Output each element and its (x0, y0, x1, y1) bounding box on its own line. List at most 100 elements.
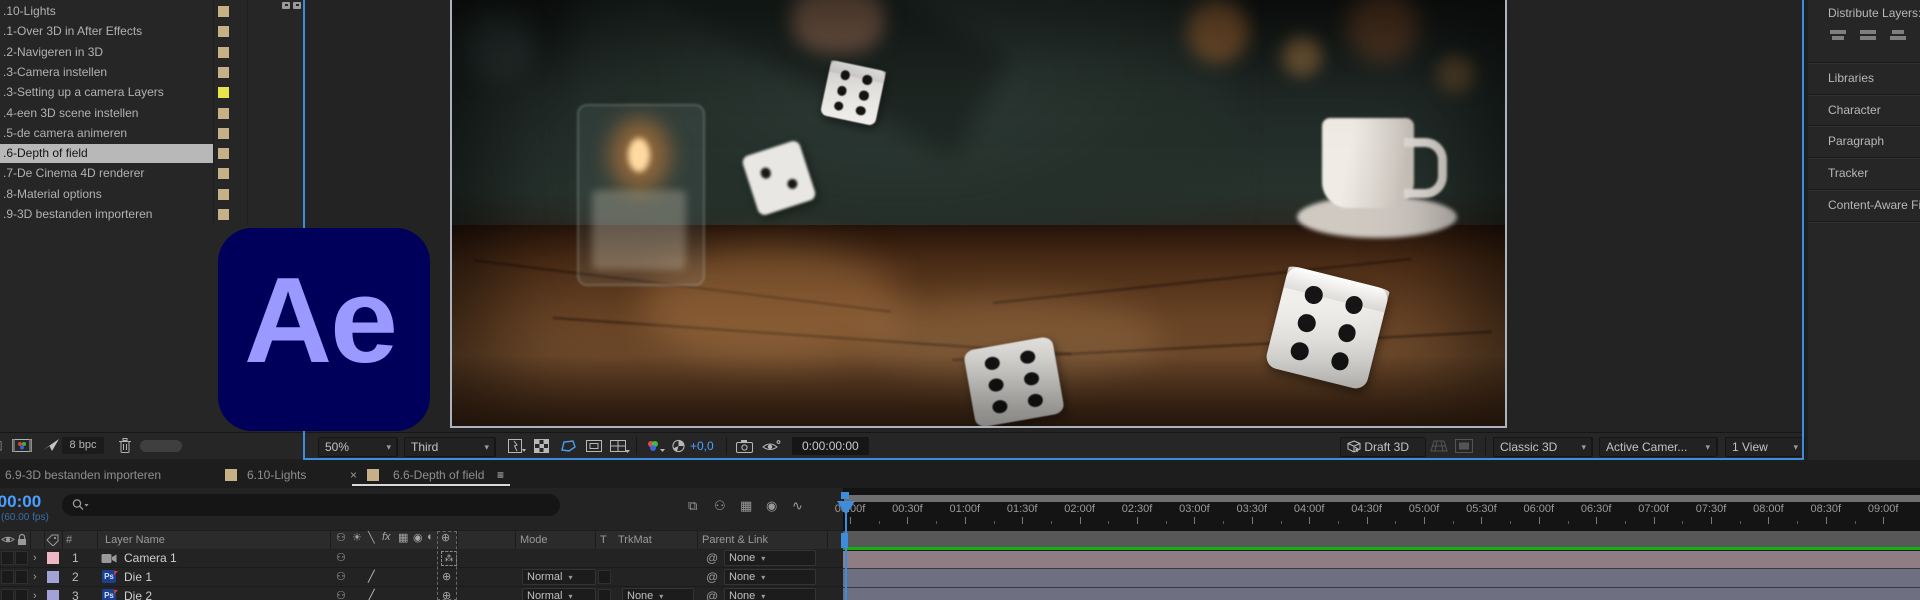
work-area-start-handle[interactable] (841, 492, 849, 499)
label-color-chip[interactable] (218, 67, 229, 78)
grid-guides-icon[interactable] (610, 439, 630, 453)
project-item[interactable]: .2-Navigeren in 3D (0, 43, 213, 62)
parent-dropdown[interactable]: None▾ (724, 588, 816, 600)
dock-tab-character[interactable]: Character (1828, 103, 1881, 117)
column-parent-link[interactable]: Parent & Link (702, 531, 768, 549)
adjustment-column-icon[interactable]: ◐ (427, 531, 434, 543)
motion-blur-icon[interactable]: ◉ (766, 498, 777, 514)
panel-mini-icon[interactable] (282, 2, 290, 9)
shy-column-icon[interactable]: ⚇ (336, 531, 346, 544)
view-layout-dropdown[interactable]: 1 View▾ (1725, 437, 1805, 457)
project-item[interactable]: .7-De Cinema 4D renderer (0, 164, 213, 183)
layer-name[interactable]: Die 2 (124, 587, 152, 600)
project-item[interactable]: .10-Lights (0, 2, 213, 21)
label-color-chip[interactable] (218, 26, 229, 37)
draft-3d-button[interactable]: Draft 3D (1340, 437, 1426, 457)
video-eye-icon[interactable] (1, 534, 15, 545)
panel-scrub-pill[interactable] (140, 440, 182, 452)
playhead-handle[interactable] (841, 533, 848, 548)
motion-blur-column-icon[interactable]: ◉ (413, 531, 423, 544)
camera-view-dropdown[interactable]: Active Camer...▾ (1599, 437, 1717, 457)
label-color-chip[interactable] (218, 209, 229, 220)
region-of-interest-icon[interactable] (560, 439, 577, 453)
resolution-dropdown[interactable]: Third▾ (404, 437, 496, 457)
label-color-chip[interactable] (218, 189, 229, 200)
quality-switch[interactable]: ╱ (368, 587, 375, 600)
project-item[interactable]: .4-een 3D scene instellen (0, 104, 213, 123)
label-color-chip[interactable] (218, 148, 229, 159)
fx-column-icon[interactable]: fx (382, 531, 391, 543)
ground-plane-icon[interactable] (1430, 439, 1448, 453)
label-color-chip[interactable] (218, 128, 229, 139)
search-input[interactable] (62, 494, 560, 516)
project-item[interactable]: .9-3D bestanden importeren (0, 205, 213, 224)
dock-tab-content-aware-fil[interactable]: Content-Aware Fil (1828, 198, 1920, 212)
frame-blend-icon[interactable]: ▦ (740, 498, 752, 514)
graph-editor-icon[interactable]: ∿ (792, 498, 803, 514)
column-trkmat[interactable]: TrkMat (618, 531, 652, 549)
label-color-chip[interactable] (218, 168, 229, 179)
playhead-line[interactable] (845, 501, 847, 600)
layer-row[interactable]: › 1 Camera 1 ⚇ ⁂ @ None▾ (0, 549, 843, 568)
frame-blend-column-icon[interactable]: ▦ (398, 531, 408, 544)
renderer-dropdown[interactable]: Classic 3D▾ (1493, 437, 1593, 457)
column-mode[interactable]: Mode (520, 531, 548, 549)
distribute-bottom-icon[interactable] (1890, 28, 1912, 48)
time-ruler[interactable]: 00:00f00:30f01:00f01:30f02:00f02:30f03:0… (843, 488, 1920, 531)
layer-name[interactable]: Die 1 (124, 568, 152, 586)
work-area-bar[interactable] (844, 495, 1920, 502)
label-color-chip[interactable] (218, 108, 229, 119)
reset-exposure-icon[interactable] (671, 439, 686, 453)
column-layer-name[interactable]: Layer Name (105, 531, 165, 549)
interpret-footage-icon[interactable] (12, 438, 32, 453)
parent-dropdown[interactable]: None▾ (724, 569, 816, 585)
distribute-top-icon[interactable] (1830, 28, 1852, 48)
project-item[interactable]: .3-Camera instellen (0, 63, 213, 82)
bit-depth-button[interactable]: 8 bpc (62, 437, 104, 454)
label-tag-icon[interactable] (46, 534, 59, 546)
trash-icon[interactable] (118, 437, 132, 454)
blend-mode-dropdown[interactable]: Normal▾ (522, 569, 596, 585)
shy-switch[interactable]: ⚇ (336, 568, 346, 586)
project-item[interactable]: .6-Depth of field (0, 144, 213, 163)
dock-tab-tracker[interactable]: Tracker (1828, 166, 1868, 180)
fast-previews-icon[interactable] (508, 439, 526, 453)
project-item[interactable]: .1-Over 3D in After Effects (0, 22, 213, 41)
pick-whip-icon[interactable]: @ (706, 587, 718, 600)
layer-name[interactable]: Camera 1 (124, 549, 177, 567)
show-snapshot-eye-icon[interactable] (762, 439, 782, 453)
timeline-tab[interactable]: 6.10-Lights (247, 462, 306, 488)
mini-flowchart-icon[interactable]: ⧉ (688, 498, 697, 514)
snapshot-camera-icon[interactable] (736, 439, 754, 453)
parent-dropdown[interactable]: None▾ (724, 550, 816, 566)
project-item[interactable]: .3-Setting up a camera Layers (0, 83, 213, 102)
exposure-value[interactable]: +0,0 (690, 439, 714, 453)
layer-duration-bar[interactable] (843, 551, 1920, 569)
layer-color-chip[interactable] (47, 590, 59, 600)
trkmat-dropdown[interactable]: None▾ (622, 588, 694, 600)
proxy-plane-icon[interactable] (42, 437, 60, 453)
quality-switch[interactable]: ╱ (368, 568, 375, 586)
quality-column-icon[interactable]: ╲ (368, 531, 375, 544)
shy-layers-icon[interactable]: ⚇ (714, 498, 726, 514)
project-item[interactable]: .8-Material options (0, 185, 213, 204)
layer-row[interactable]: › 2 Ps Die 1 ⚇ ╱ ⊕ Normal▾ @ None▾ (0, 568, 843, 587)
mask-visibility-icon[interactable] (586, 439, 602, 453)
blend-mode-dropdown[interactable]: Normal▾ (522, 588, 596, 600)
extended-viewer-icon[interactable] (1455, 439, 1473, 453)
shy-switch[interactable]: ⚇ (336, 587, 346, 600)
distribute-center-icon[interactable] (1860, 28, 1882, 48)
lock-icon[interactable] (16, 533, 28, 546)
playhead-marker[interactable] (837, 501, 855, 515)
magnification-dropdown[interactable]: 50%▾ (318, 437, 398, 457)
column-t[interactable]: T (600, 531, 607, 549)
label-color-chip[interactable] (218, 87, 229, 98)
pick-whip-icon[interactable]: @ (706, 568, 718, 586)
layer-duration-bar[interactable] (843, 588, 1920, 600)
collapse-column-icon[interactable]: ☀ (352, 531, 362, 544)
current-time-display[interactable]: 0:00:00:00 (0, 492, 56, 512)
shy-switch[interactable]: ⚇ (336, 549, 346, 567)
label-color-chip[interactable] (218, 47, 229, 58)
layer-row[interactable]: › 3 Ps Die 2 ⚇ ╱ ⊕ Normal▾ None▾ @ None▾ (0, 587, 843, 600)
dock-tab-paragraph[interactable]: Paragraph (1828, 134, 1884, 148)
